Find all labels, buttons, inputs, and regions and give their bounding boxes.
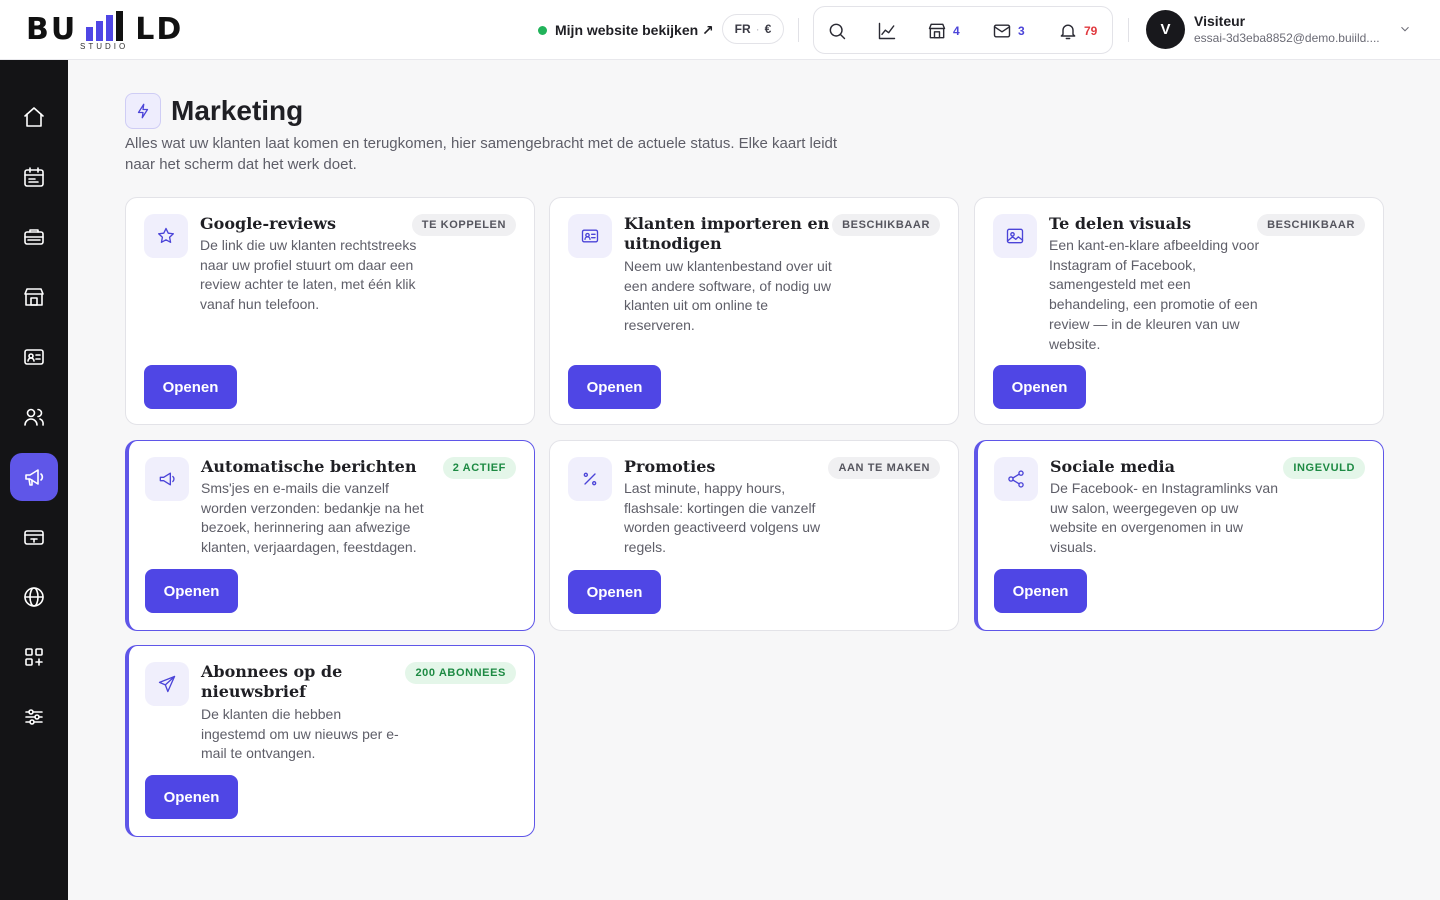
user-email: essai-3d3eba8852@demo.buiild.... — [1194, 31, 1380, 45]
megaphone-icon — [159, 472, 175, 486]
status-badge: INGEVULD — [1283, 457, 1365, 479]
payment-card-icon — [24, 530, 44, 545]
sidebar-item-calendar[interactable] — [10, 153, 58, 201]
card-title: Google-reviews — [200, 214, 337, 233]
card-description: Een kant-en-klare afbeelding voor Instag… — [1049, 237, 1260, 352]
card-title: Automatische berichten — [201, 457, 417, 476]
card-promotions: Promoties AAN TE MAKEN Last minute, happ… — [549, 440, 959, 631]
sliders-icon — [25, 709, 43, 725]
user-name: Visiteur — [1194, 13, 1246, 29]
status-badge: BESCHIKBAAR — [832, 214, 940, 236]
divider — [798, 18, 799, 42]
calendar-icon — [24, 167, 44, 187]
search-button[interactable] — [827, 19, 847, 43]
contact-card-icon — [24, 349, 44, 365]
sidebar-item-contacts[interactable] — [10, 333, 58, 381]
search-icon — [829, 23, 846, 40]
users-icon — [24, 408, 44, 426]
card-description: De link die uw klanten rechtstreeks naar… — [200, 237, 417, 313]
status-badge: 200 ABONNEES — [405, 662, 516, 684]
status-badge: TE KOPPELEN — [411, 214, 516, 236]
quick-actions-bar: 4 3 79 — [813, 6, 1113, 54]
services-icon — [24, 229, 44, 245]
card-title: Te delen visuals — [1049, 214, 1192, 233]
open-button[interactable]: Openen — [993, 365, 1086, 409]
bell-icon — [1060, 24, 1076, 40]
id-card-icon — [581, 229, 599, 243]
card-description: De Facebook- en Instagramlinks van uw sa… — [1050, 480, 1278, 556]
card-title: Promoties — [624, 457, 716, 476]
open-button[interactable]: Openen — [568, 365, 661, 409]
megaphone-icon — [25, 469, 44, 486]
chevron-down-icon — [1401, 26, 1409, 32]
send-icon — [158, 675, 176, 693]
sidebar — [0, 60, 68, 900]
percent-icon — [583, 472, 597, 486]
card-google-reviews: Google-reviews TE KOPPELEN De link die u… — [125, 197, 535, 425]
apps-icon — [25, 648, 43, 666]
store-icon — [928, 23, 946, 39]
status-badge: AAN TE MAKEN — [828, 457, 940, 479]
store-count: 4 — [953, 24, 960, 38]
card-description: Neem uw klantenbestand over uit een ande… — [624, 258, 832, 334]
logo[interactable]: BU LD STUDIO — [26, 9, 186, 51]
card-title: Abonnees op de nieuwsbrief — [201, 662, 343, 701]
user-menu[interactable]: V Visiteur essai-3d3eba8852@demo.buiild.… — [1146, 10, 1416, 50]
card-title: Sociale media — [1050, 457, 1175, 476]
card-shareable-visuals: Te delen visuals BESCHIKBAAR Een kant-en… — [974, 197, 1384, 425]
view-website-link[interactable]: Mijn website bekijken ↗ — [538, 19, 714, 41]
share-icon — [1008, 470, 1024, 488]
language-label: FR — [734, 22, 751, 36]
statistics-button[interactable] — [877, 19, 897, 43]
card-automatic-messages: Automatische berichten 2 ACTIEF Sms'jes … — [125, 440, 535, 631]
home-icon — [24, 107, 44, 127]
sidebar-item-services[interactable] — [10, 213, 58, 261]
sidebar-item-marketing[interactable] — [10, 453, 58, 501]
sidebar-item-settings[interactable] — [10, 693, 58, 741]
image-icon — [1006, 228, 1024, 244]
lightning-icon — [137, 103, 149, 119]
view-website-label: Mijn website bekijken ↗ — [555, 21, 714, 38]
page-description: Alles wat uw klanten laat komen en terug… — [125, 135, 838, 173]
online-status-dot — [538, 25, 547, 35]
marketing-title-icon — [125, 93, 161, 129]
messages-count: 3 — [1018, 24, 1025, 38]
open-button[interactable]: Openen — [144, 365, 237, 409]
page-title: Marketing — [171, 95, 304, 126]
language-currency-selector[interactable]: FR · € — [722, 14, 784, 44]
card-import-customers: Klanten importeren en uitnodigen BESCHIK… — [549, 197, 959, 425]
currency-label: € — [764, 22, 772, 36]
chart-icon — [878, 22, 896, 40]
open-button[interactable]: Openen — [568, 570, 661, 614]
notifications-count: 79 — [1084, 24, 1098, 38]
status-badge: 2 ACTIEF — [442, 457, 516, 479]
shop-icon — [24, 288, 44, 306]
mail-icon — [993, 24, 1011, 38]
card-title: Klanten importeren en uitnodigen — [624, 214, 830, 253]
star-icon — [158, 227, 174, 243]
open-button[interactable]: Openen — [145, 775, 238, 819]
avatar: V — [1146, 10, 1185, 49]
card-description: De klanten die hebben ingestemd om uw ni… — [201, 706, 399, 762]
card-description: Last minute, happy hours, flashsale: kor… — [624, 480, 821, 556]
sidebar-item-payments[interactable] — [10, 513, 58, 561]
status-badge: BESCHIKBAAR — [1257, 214, 1365, 236]
globe-icon — [24, 587, 44, 607]
sidebar-item-customers[interactable] — [10, 393, 58, 441]
open-button[interactable]: Openen — [994, 569, 1087, 613]
card-description: Sms'jes en e-mails die vanzelf worden ve… — [201, 480, 424, 556]
sidebar-item-apps[interactable] — [10, 633, 58, 681]
notifications-button[interactable]: 79 — [1058, 19, 1097, 43]
store-button[interactable]: 4 — [927, 19, 960, 43]
messages-button[interactable]: 3 — [992, 19, 1025, 43]
divider — [1128, 18, 1129, 42]
sidebar-item-shop[interactable] — [10, 273, 58, 321]
logo-subtitle: STUDIO — [80, 42, 129, 51]
sidebar-item-home[interactable] — [10, 93, 58, 141]
card-newsletter-subscribers: Abonnees op de nieuwsbrief 200 ABONNEES … — [125, 645, 535, 837]
top-bar: BU LD STUDIO Mijn website bekijken ↗ FR ·… — [0, 0, 1440, 60]
sidebar-item-website[interactable] — [10, 573, 58, 621]
open-button[interactable]: Openen — [145, 569, 238, 613]
card-social-media: Sociale media INGEVULD De Facebook- en I… — [974, 440, 1384, 631]
